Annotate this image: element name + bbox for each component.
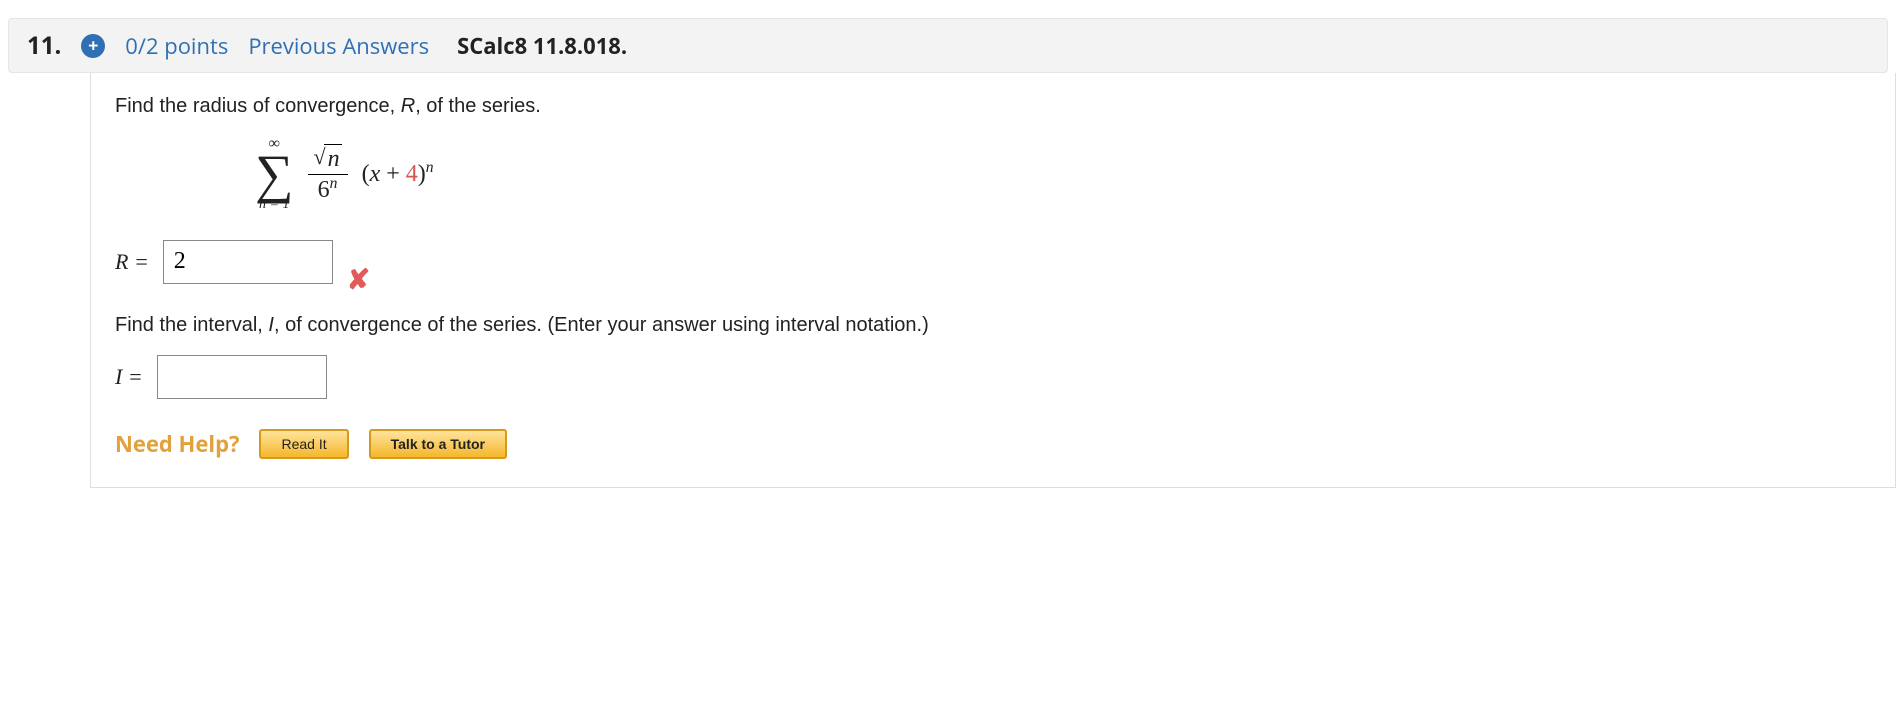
series-formula: ∞ ∑ n = 1 √ n 6n (x + 4)n — [255, 136, 1871, 212]
denominator: 6n — [312, 175, 344, 205]
points-label: 0/2 points — [125, 31, 228, 61]
factor: (x + 4)n — [362, 159, 434, 188]
sigma-symbol: ∞ ∑ n = 1 — [255, 136, 294, 212]
constant: 4 — [406, 161, 418, 187]
incorrect-icon: ✘ — [347, 263, 370, 297]
prompt-radius: Find the radius of convergence, R, of th… — [115, 95, 1871, 118]
R-input[interactable] — [163, 240, 333, 284]
I-label: I = — [115, 364, 143, 390]
factor-exponent: n — [426, 159, 434, 176]
help-row: Need Help? Read It Talk to a Tutor — [115, 429, 1871, 459]
numerator: √ n — [308, 143, 348, 174]
previous-answers-link[interactable]: Previous Answers — [248, 31, 429, 61]
prompt-text: , of convergence of the series. (Enter y… — [274, 314, 929, 336]
square-root: √ n — [314, 144, 342, 174]
variable-R: R — [401, 95, 415, 117]
question-container: 11. + 0/2 points Previous Answers SCalc8… — [0, 18, 1896, 488]
sigma-icon: ∑ — [255, 152, 294, 198]
prompt-text: , of the series. — [415, 95, 541, 117]
read-it-button[interactable]: Read It — [259, 429, 348, 459]
answer-row-R: R = ✘ — [115, 240, 1871, 284]
radicand: n — [324, 144, 342, 174]
question-number: 11. — [27, 29, 61, 62]
var-x: x — [370, 161, 381, 187]
plus-sign: + — [380, 161, 406, 187]
paren-open: ( — [362, 161, 370, 187]
talk-to-tutor-button[interactable]: Talk to a Tutor — [369, 429, 507, 459]
den-base: 6 — [318, 177, 330, 203]
prompt-interval: Find the interval, I, of convergence of … — [115, 314, 1871, 337]
need-help-label: Need Help? — [115, 429, 239, 459]
prompt-text: Find the interval, — [115, 314, 268, 336]
textbook-reference: SCalc8 11.8.018. — [457, 31, 627, 61]
fraction: √ n 6n — [308, 143, 348, 205]
answer-row-I: I = — [115, 355, 1871, 399]
R-label: R = — [115, 249, 149, 275]
paren-close: ) — [418, 161, 426, 187]
den-exponent: n — [330, 175, 338, 192]
plus-icon[interactable]: + — [81, 34, 105, 58]
prompt-text: Find the radius of convergence, — [115, 95, 401, 117]
question-body: Find the radius of convergence, R, of th… — [90, 73, 1896, 488]
question-header: 11. + 0/2 points Previous Answers SCalc8… — [8, 18, 1888, 73]
I-input[interactable] — [157, 355, 327, 399]
sigma-lower-bound: n = 1 — [259, 198, 289, 212]
